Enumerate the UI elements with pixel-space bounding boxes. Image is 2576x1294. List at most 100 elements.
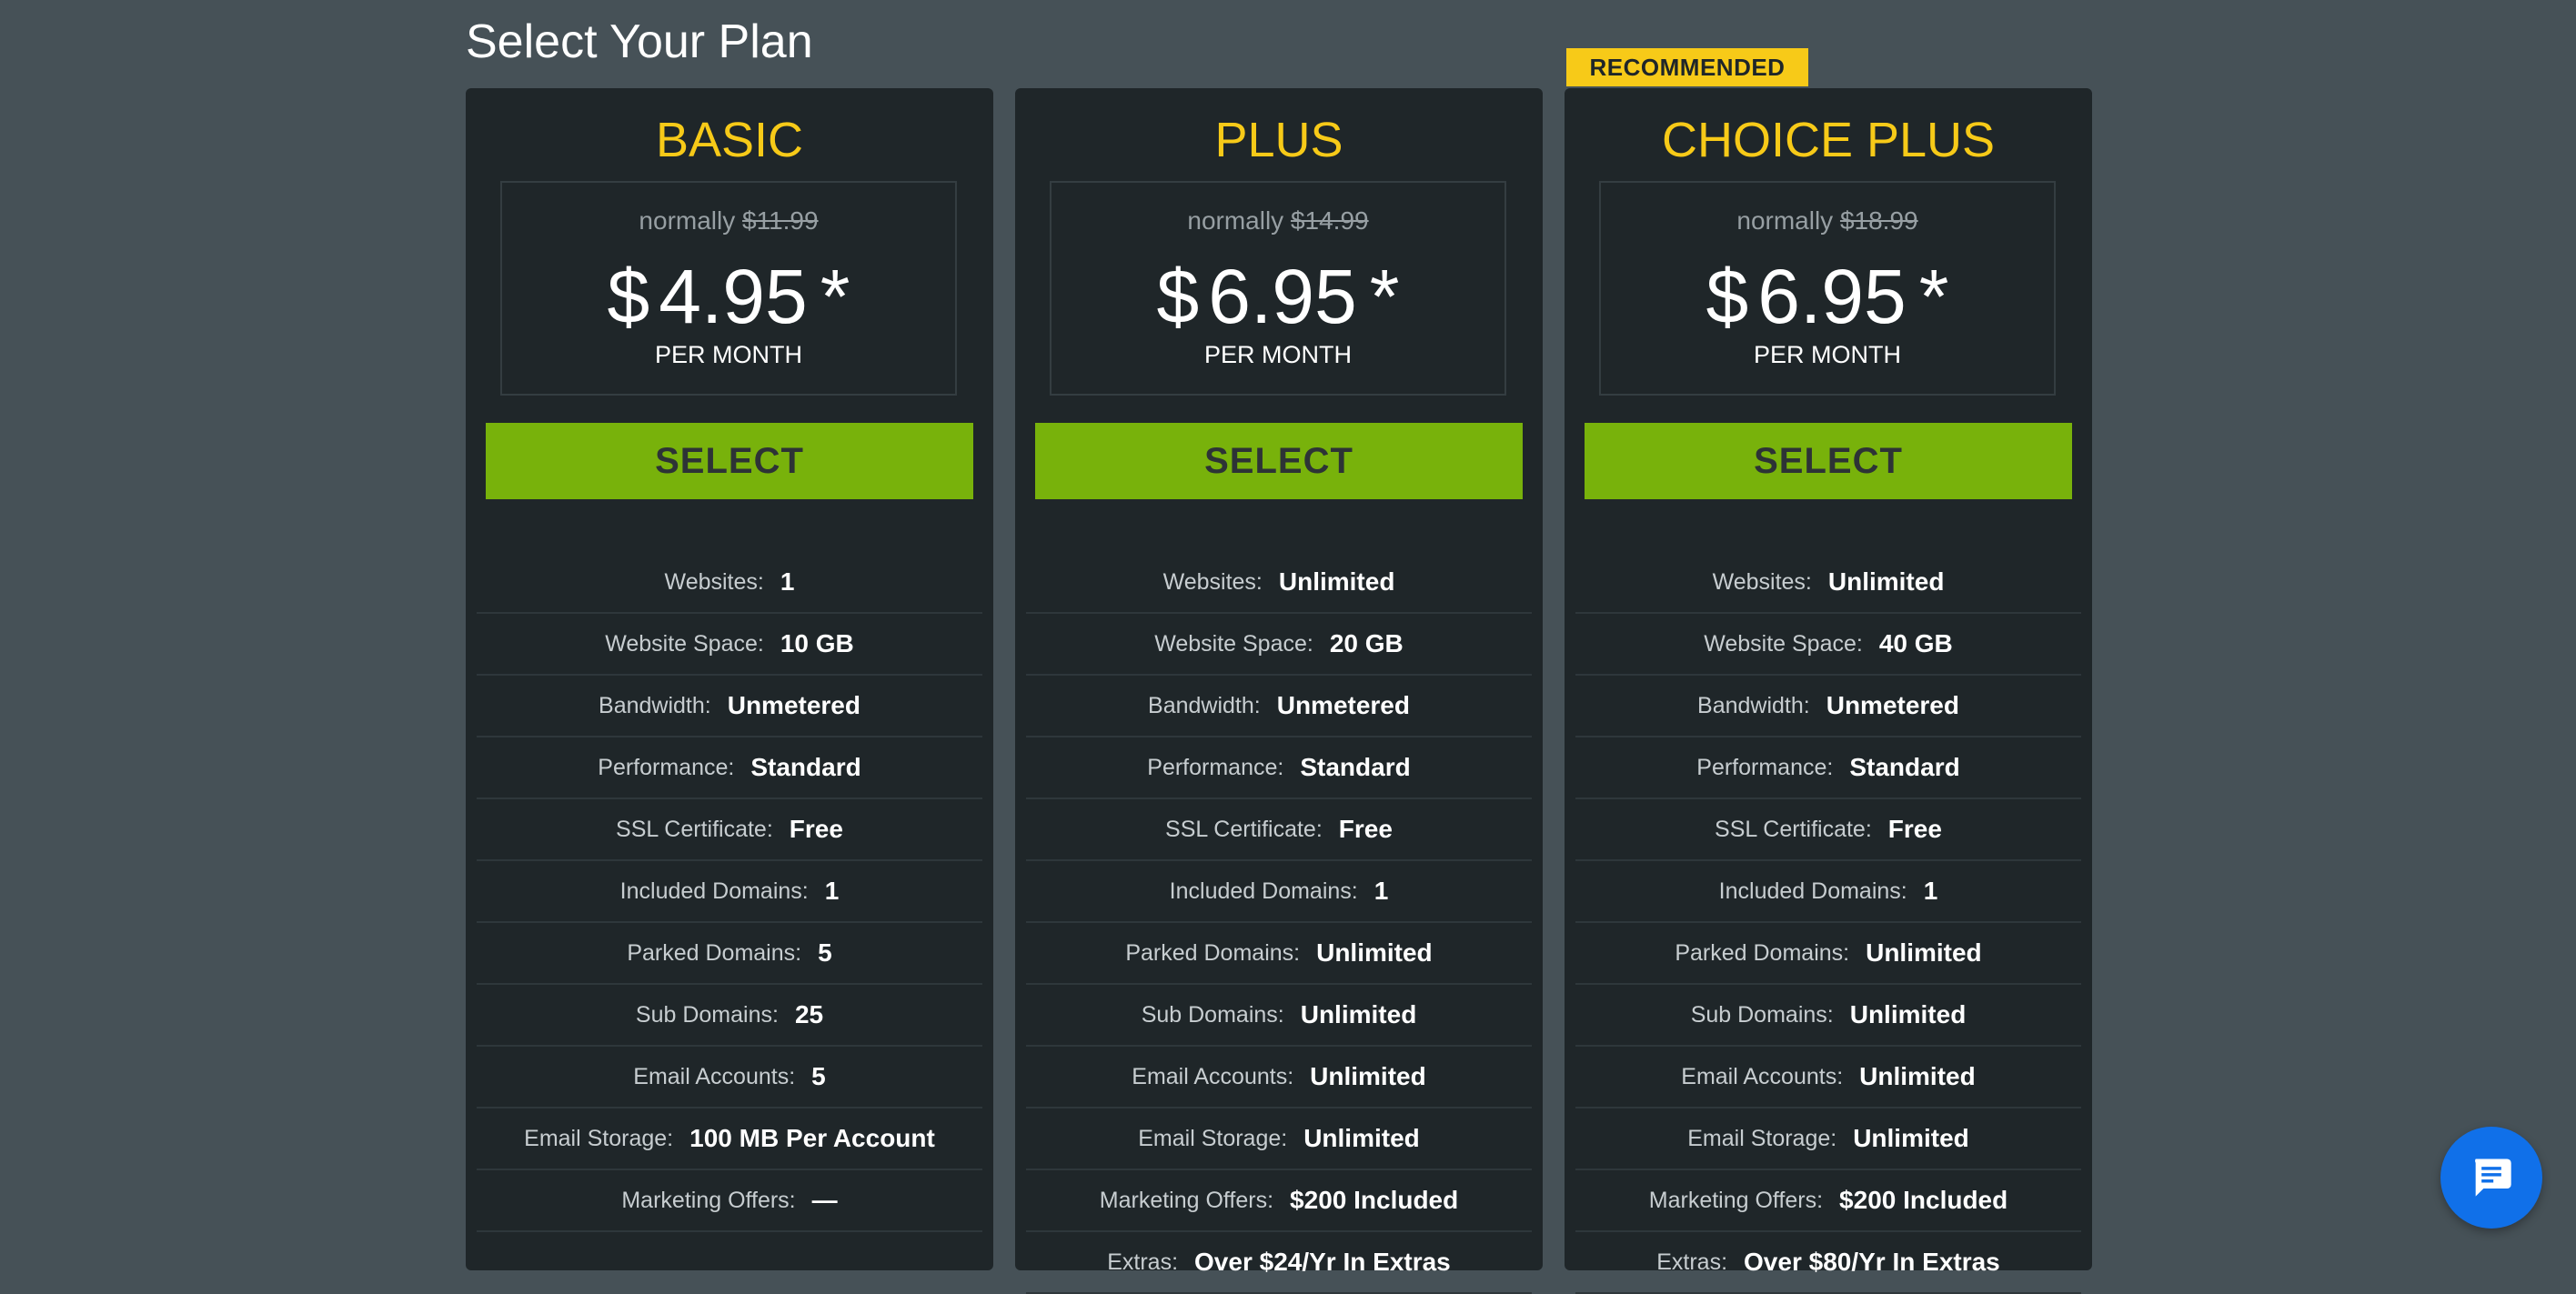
feature-label: Parked Domains:	[1675, 939, 1850, 966]
price-amount: 6.95	[1208, 254, 1357, 339]
feature-label: Email Storage:	[1138, 1125, 1288, 1151]
price-box: normally $18.99 $6.95 * PER MONTH	[1599, 181, 2056, 396]
feature-label: Marketing Offers:	[1648, 1187, 1824, 1213]
regular-price: normally $18.99	[1601, 206, 2054, 236]
feature-label: Marketing Offers:	[621, 1187, 796, 1213]
feature-label: Included Domains:	[619, 878, 809, 904]
feature-label: Website Space:	[605, 630, 764, 657]
feature-row: Included Domains: 1	[477, 861, 982, 923]
feature-row: Email Storage: Unlimited	[1026, 1108, 1532, 1170]
feature-label: Email Accounts:	[1132, 1063, 1294, 1089]
feature-value: Unlimited	[1859, 1062, 1976, 1090]
feature-row: Bandwidth: Unmetered	[477, 676, 982, 737]
feature-value: Unmetered	[1826, 691, 1959, 719]
feature-row: Email Accounts: 5	[477, 1047, 982, 1108]
page-title: Select Your Plan	[466, 15, 813, 68]
currency-symbol: $	[1706, 254, 1749, 339]
feature-value: 5	[811, 1062, 826, 1090]
select-plus-button[interactable]: SELECT	[1035, 423, 1523, 499]
feature-value: Over $80/Yr In Extras	[1744, 1248, 2000, 1276]
feature-row: Included Domains: 1	[1575, 861, 2081, 923]
feature-row: Email Accounts: Unlimited	[1026, 1047, 1532, 1108]
select-choice-plus-button[interactable]: SELECT	[1585, 423, 2072, 499]
price-box: normally $14.99 $6.95 * PER MONTH	[1050, 181, 1506, 396]
feature-value: 1	[824, 877, 840, 905]
feature-row: Parked Domains: Unlimited	[1575, 923, 2081, 985]
currency-symbol: $	[1156, 254, 1200, 339]
feature-label: Sub Domains:	[635, 1001, 779, 1028]
feature-label: Sub Domains:	[1690, 1001, 1834, 1028]
plan-card-basic: BASIC normally $11.99 $4.95 * PER MONTH S…	[466, 88, 993, 1270]
feature-label: Website Space:	[1154, 630, 1313, 657]
feature-row: Websites: 1	[477, 552, 982, 614]
plan-name: BASIC	[655, 113, 804, 167]
normally-label: normally	[639, 206, 736, 235]
feature-row: Included Domains: 1	[1026, 861, 1532, 923]
price-asterisk: *	[1369, 254, 1400, 339]
old-price: $18.99	[1839, 206, 1918, 235]
feature-list: Websites: Unlimited Website Space: 20 GB Ban…	[1026, 552, 1532, 1294]
feature-row: SSL Certificate: Free	[1026, 799, 1532, 861]
feature-label: Website Space:	[1704, 630, 1863, 657]
feature-label: Included Domains:	[1169, 878, 1358, 904]
feature-label: Sub Domains:	[1141, 1001, 1284, 1028]
feature-label: Email Accounts:	[633, 1063, 796, 1089]
feature-row: Email Accounts: Unlimited	[1575, 1047, 2081, 1108]
feature-row: Marketing Offers: $200 Included	[1026, 1170, 1532, 1232]
billing-period: PER MONTH	[1754, 341, 1901, 368]
feature-row: SSL Certificate: Free	[477, 799, 982, 861]
feature-label: Websites:	[664, 568, 764, 595]
feature-row: Email Storage: Unlimited	[1575, 1108, 2081, 1170]
old-price: $14.99	[1290, 206, 1369, 235]
feature-label: Parked Domains:	[1125, 939, 1301, 966]
feature-value: —	[811, 1186, 838, 1214]
feature-value: Unlimited	[1849, 1000, 1967, 1028]
feature-list: Websites: 1 Website Space: 10 GB Bandwidth: U…	[477, 552, 982, 1232]
currency-symbol: $	[607, 254, 650, 339]
feature-label: Bandwidth:	[1697, 692, 1810, 718]
price-asterisk: *	[1918, 254, 1949, 339]
feature-value: Unlimited	[1278, 567, 1395, 596]
feature-row: Extras: Over $24/Yr In Extras	[1026, 1232, 1532, 1294]
feature-row: Marketing Offers: —	[477, 1170, 982, 1232]
feature-value: 10 GB	[780, 629, 854, 657]
feature-row: Performance: Standard	[1575, 737, 2081, 799]
plan-card-choice-plus: RECOMMENDED CHOICE PLUS normally $18.99 …	[1565, 48, 2092, 1294]
regular-price: normally $11.99	[502, 206, 955, 236]
feature-label: Websites:	[1162, 568, 1263, 595]
feature-label: Included Domains:	[1718, 878, 1907, 904]
feature-value: Unlimited	[1827, 567, 1945, 596]
feature-label: Parked Domains:	[627, 939, 802, 966]
feature-value: Unlimited	[1866, 938, 1982, 967]
feature-value: Unmetered	[1276, 691, 1410, 719]
sale-price: $6.95 *	[1052, 256, 1504, 337]
feature-row: Sub Domains: Unlimited	[1575, 985, 2081, 1047]
feature-label: Performance:	[598, 754, 735, 780]
normally-label: normally	[1736, 206, 1834, 235]
feature-row: Website Space: 40 GB	[1575, 614, 2081, 676]
feature-label: Websites:	[1712, 568, 1812, 595]
feature-value: $200 Included	[1839, 1186, 2008, 1214]
plan-name: PLUS	[1214, 113, 1343, 167]
feature-row: Performance: Standard	[1026, 737, 1532, 799]
normally-label: normally	[1187, 206, 1284, 235]
feature-row: Parked Domains: Unlimited	[1026, 923, 1532, 985]
sale-price: $6.95 *	[1601, 256, 2054, 337]
feature-value: 25	[794, 1000, 824, 1028]
feature-label: Email Storage:	[1687, 1125, 1837, 1151]
select-basic-button[interactable]: SELECT	[486, 423, 973, 499]
feature-row: Bandwidth: Unmetered	[1575, 676, 2081, 737]
feature-value: 1	[1374, 877, 1389, 905]
feature-value: 1	[1923, 877, 1938, 905]
feature-value: Free	[1338, 815, 1393, 843]
chat-button[interactable]	[2440, 1127, 2542, 1229]
feature-value: Over $24/Yr In Extras	[1194, 1248, 1451, 1276]
feature-value: 100 MB Per Account	[689, 1124, 935, 1152]
sale-price: $4.95 *	[502, 256, 955, 337]
feature-row: Website Space: 10 GB	[477, 614, 982, 676]
feature-value: Standard	[750, 753, 861, 781]
billing-period: PER MONTH	[1204, 341, 1352, 368]
feature-value: Unlimited	[1310, 1062, 1426, 1090]
feature-value: 20 GB	[1329, 629, 1404, 657]
feature-label: SSL Certificate:	[616, 816, 773, 842]
